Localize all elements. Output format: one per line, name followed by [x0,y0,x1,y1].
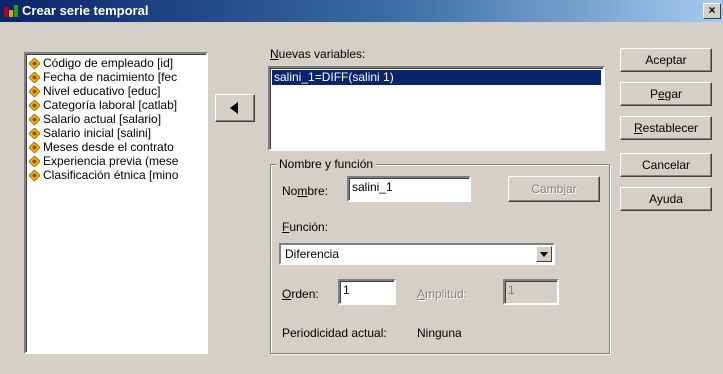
paste-button[interactable]: Pegar [620,82,712,106]
window-title: Crear serie temporal [22,3,149,18]
help-button[interactable]: Ayuda [620,187,712,211]
new-variables-label: Nuevas variables: [270,47,366,61]
scale-variable-icon [29,57,40,69]
new-variable-item[interactable]: salini_1=DIFF(salini 1) [272,70,601,85]
arrow-left-icon [230,102,238,114]
name-label: Nombre: [282,184,329,198]
function-select[interactable]: Diferencia [279,243,555,265]
variable-item[interactable]: Salario inicial [salini] [29,126,203,140]
scale-variable-icon [29,169,40,181]
variable-item[interactable]: Categoría laboral [catlab] [29,98,203,112]
periodicity-value: Ninguna [417,326,462,340]
periodicity-label: Periodicidad actual: [282,326,387,340]
variable-item-label: Categoría laboral [catlab] [43,98,178,112]
name-function-group-title: Nombre y función [276,157,377,171]
variable-item[interactable]: Código de empleado [id] [29,56,203,70]
variable-item-label: Clasificación étnica [mino [43,168,179,182]
function-select-value: Diferencia [285,247,340,261]
scale-variable-icon [29,155,40,167]
reset-button[interactable]: Restablecer [620,116,712,140]
variable-item-label: Fecha de nacimiento [fec [43,70,178,84]
variable-item[interactable]: Meses desde el contrato [29,140,203,154]
variable-item-label: Salario inicial [salini] [43,126,152,140]
variable-item-label: Meses desde el contrato [43,140,174,154]
scale-variable-icon [29,141,40,153]
span-label: Amplitud: [417,287,468,301]
variable-item[interactable]: Experiencia previa (mese [29,154,203,168]
source-variable-list[interactable]: Código de empleado [id] Fecha de nacimien… [24,52,208,354]
variable-item[interactable]: Clasificación étnica [mino [29,168,203,182]
chevron-down-icon [540,252,548,257]
spss-app-icon [4,5,18,17]
title-bar[interactable]: Crear serie temporal × [0,0,723,22]
cancel-button[interactable]: Cancelar [620,153,712,177]
scale-variable-icon [29,127,40,139]
ok-button[interactable]: Aceptar [620,48,712,72]
variable-item-label: Salario actual [salario] [43,112,162,126]
create-time-series-dialog: Crear serie temporal × Código de emplead… [0,0,723,374]
scale-variable-icon [29,85,40,97]
dropdown-button[interactable] [536,246,552,262]
change-button: Cambiar [508,176,600,202]
scale-variable-icon [29,99,40,111]
move-variable-button[interactable] [215,94,255,122]
variable-item[interactable]: Fecha de nacimiento [fec [29,70,203,84]
close-button[interactable]: × [703,3,721,19]
variable-item-label: Código de empleado [id] [43,56,174,70]
variable-item-label: Experiencia previa (mese [43,154,179,168]
function-label: Función: [282,220,329,234]
scale-variable-icon [29,71,40,83]
order-input[interactable]: 1 [338,279,396,305]
name-input[interactable]: salini_1 [347,176,471,202]
new-variables-list[interactable]: salini_1=DIFF(salini 1) [268,66,605,151]
variable-item[interactable]: Salario actual [salario] [29,112,203,126]
variable-item-label: Nivel educativo [educ] [43,84,161,98]
variable-item[interactable]: Nivel educativo [educ] [29,84,203,98]
order-label: Orden: [282,287,319,301]
scale-variable-icon [29,113,40,125]
span-input: 1 [503,279,559,305]
